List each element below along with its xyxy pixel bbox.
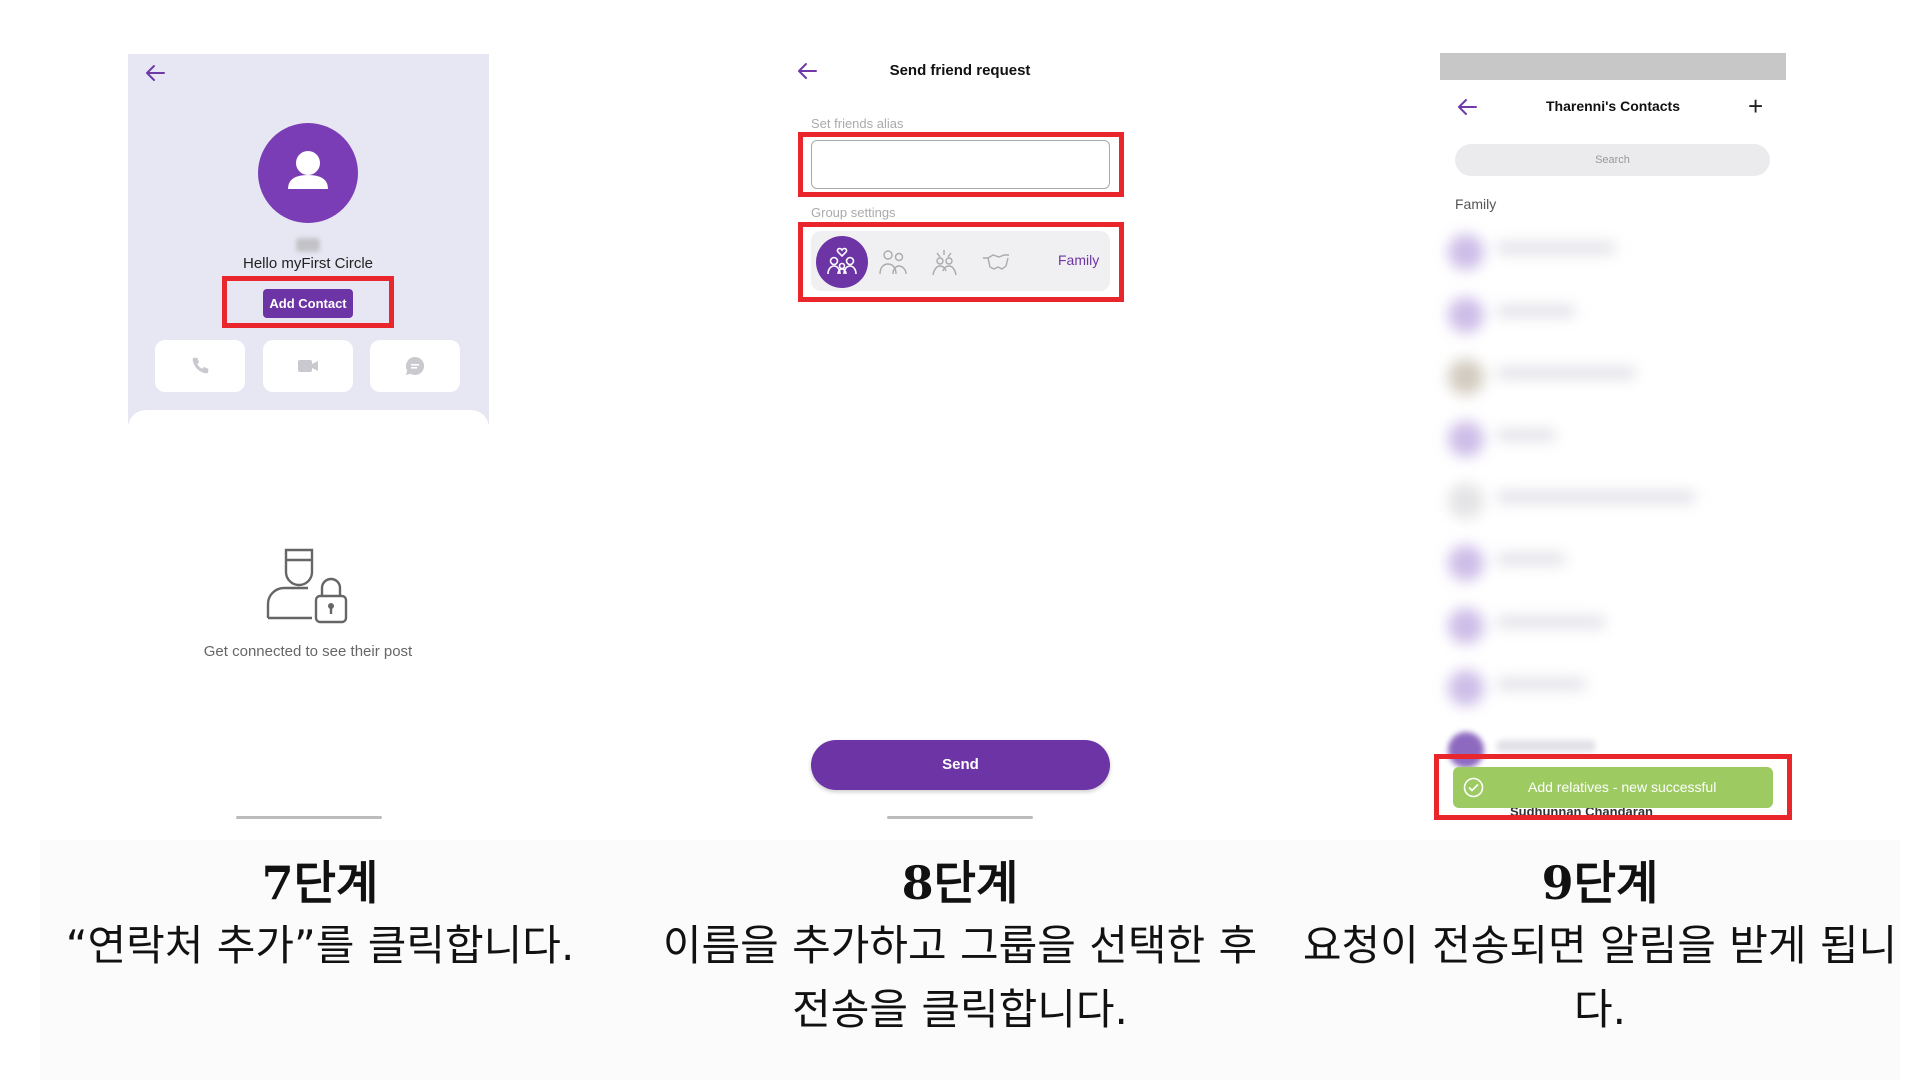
call-button[interactable] [155,340,245,392]
step-description: 이름을 추가하고 그룹을 선택한 후 [662,921,1258,970]
home-indicator [236,816,382,819]
step-label: 7단계 [261,856,379,910]
blurred-name [296,238,320,252]
tutorial-canvas: Hello myFirst Circle Add Contact Get con… [0,0,1920,1080]
group-settings-label: Group settings [811,205,896,220]
caption-step-8: 8단계 이름을 추가하고 그룹을 선택한 후 전송을 클릭합니다. [640,852,1280,1042]
list-item[interactable] [1448,230,1778,270]
page-title: Send friend request [889,62,1031,79]
step-label: 8단계 [901,856,1019,910]
section-header: Family [1455,196,1497,212]
step-description: 요청이 전송되면 알림을 받게 됩니 [1302,921,1898,970]
back-arrow-icon[interactable] [144,62,166,89]
user-lock-icon [264,542,354,626]
caption-step-9: 9단계 요청이 전송되면 알림을 받게 됩니 다. [1280,852,1920,1042]
profile-greeting: Hello myFirst Circle [242,255,373,272]
highlight-group [798,222,1124,302]
list-item[interactable] [1448,479,1778,519]
list-item[interactable] [1448,293,1778,333]
list-item[interactable] [1448,417,1778,457]
alias-label: Set friends alias [811,116,904,131]
status-bar [1440,53,1786,80]
list-item[interactable] [1448,604,1778,644]
back-arrow-icon[interactable] [1456,96,1478,123]
list-item[interactable] [1448,541,1778,581]
phone-icon [192,357,209,374]
list-item[interactable] [1448,355,1778,395]
search-input[interactable]: Search [1455,144,1770,176]
plus-icon[interactable]: + [1748,92,1763,120]
highlight-toast [1434,754,1792,820]
chat-icon [405,356,425,375]
send-button[interactable]: Send [811,740,1110,790]
step-description: “연락처 추가”를 클릭합니다. [65,921,575,970]
page-title: Tharenni's Contacts [1545,98,1681,114]
avatar [258,123,358,223]
step-description: 전송을 클릭합니다. [792,985,1128,1034]
back-arrow-icon[interactable] [796,60,818,87]
highlight-alias [798,132,1124,197]
step-label: 9단계 [1541,856,1659,910]
user-icon [288,151,328,189]
list-item[interactable] [1448,666,1778,706]
caption-step-7: 7단계 “연락처 추가”를 클릭합니다. [0,852,640,978]
chat-button[interactable] [370,340,460,392]
connect-message: Get connected to see their post [203,643,413,660]
video-call-button[interactable] [263,340,353,392]
video-icon [298,360,318,372]
highlight-add-contact [222,276,394,328]
home-indicator [887,816,1033,819]
step-description: 다. [1574,985,1626,1034]
